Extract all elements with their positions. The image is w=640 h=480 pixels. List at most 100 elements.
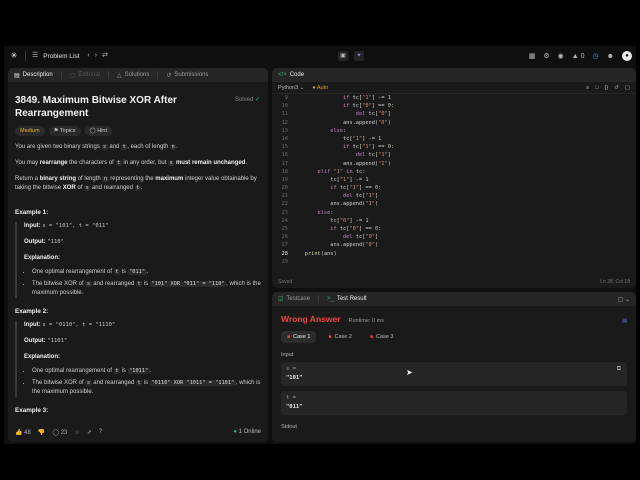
terminal-icon: >_	[327, 296, 334, 302]
tab-description[interactable]: ▤ Description	[14, 72, 53, 79]
hint-chip[interactable]: ◯ Hint	[84, 126, 112, 136]
code-line[interactable]: 13 else:	[272, 127, 636, 135]
explanation-label: Explanation:	[24, 255, 61, 261]
solved-label: Solved	[234, 97, 254, 103]
divider	[318, 295, 320, 303]
avatar[interactable]: ●	[622, 51, 632, 61]
maximize-icon[interactable]: ▢ ⌄	[618, 296, 630, 303]
tab-label: Solutions	[124, 72, 150, 78]
input-var-value: "101"	[286, 375, 303, 381]
braces-icon[interactable]: {}	[605, 85, 609, 91]
difficulty-badge[interactable]: Medium	[15, 126, 45, 136]
topics-chip[interactable]: ⚑ Topics	[48, 126, 81, 136]
line-number: 16	[281, 152, 288, 159]
code-line[interactable]: 25 if tc["0"] == 0:	[272, 225, 636, 233]
list-item: One optimal rearrangement of t is "1011"…	[32, 367, 261, 376]
note-icon[interactable]: ▣	[338, 51, 348, 61]
help-icon[interactable]: ?	[99, 429, 102, 435]
add-user-icon[interactable]: ☻	[607, 53, 614, 60]
example-block: Input: s = "101", t = "011" Output: "110…	[15, 222, 261, 298]
tab-solutions[interactable]: △ Solutions	[117, 72, 149, 79]
tab-editorial[interactable]: ▢ Editorial	[70, 72, 100, 79]
description-body: 3849. Maximum Bitwise XOR After Rearrang…	[8, 82, 268, 422]
online-label: 1 Online	[238, 429, 261, 435]
tab-testcase[interactable]: ☑ Testcase	[278, 296, 310, 303]
divider	[25, 51, 26, 61]
reset-icon[interactable]: ↺	[614, 85, 619, 91]
shuffle-icon[interactable]: ⇄	[102, 51, 108, 61]
code-line[interactable]: 23 else:	[272, 209, 636, 217]
code-text: del tc["0"]	[355, 111, 391, 118]
share-icon[interactable]: ⇗	[87, 429, 92, 436]
list-icon[interactable]: ☰	[32, 51, 38, 61]
code-line[interactable]: 10 if tc["0"] == 0:	[272, 102, 636, 110]
input-box-s: s = "101" ⧉	[281, 362, 627, 386]
like-button[interactable]: 👍 48	[15, 429, 31, 436]
tab-label: Testcase	[286, 296, 311, 302]
code-line[interactable]: 28 print(ans)	[272, 250, 636, 258]
case-tab-2[interactable]: ■ Case 2	[322, 331, 357, 343]
code-line[interactable]: 16 del tc["1"]	[272, 151, 636, 159]
tab-submissions[interactable]: ↺ Submissions	[166, 72, 208, 79]
divider	[157, 71, 159, 79]
diff-icon[interactable]: ▤	[622, 318, 627, 324]
code-line[interactable]: 24 tc["0"] -= 1	[272, 217, 636, 225]
code-editor[interactable]: 9 if tc["1"] -= 1 10 if tc["0"] == 0: 11 d…	[272, 94, 636, 276]
prev-problem-icon[interactable]: ‹	[87, 51, 89, 61]
case-tab-1[interactable]: ■ Case 1	[281, 331, 317, 343]
comments-button[interactable]: ◯ 23	[52, 429, 67, 436]
code-line[interactable]: 18 elif "1" in tc:	[272, 168, 636, 176]
solved-status: Solved ✓	[235, 96, 260, 103]
streak-icon[interactable]: ◉	[558, 52, 564, 60]
code-line[interactable]: 11 del tc["0"]	[272, 110, 636, 118]
case-tab-3[interactable]: ■ Case 3	[364, 331, 399, 343]
bookmark-icon[interactable]: □	[595, 85, 598, 91]
tab-label: Code	[289, 72, 305, 78]
code-line[interactable]: 20 if tc["1"] == 0:	[272, 184, 636, 192]
editor-toolbar: Python3 ⌄ ● Auto ≡ □ {} ↺ ▢	[272, 82, 636, 94]
line-number: 23	[281, 209, 288, 216]
code-line[interactable]: 12 ans.append("0")	[272, 119, 636, 127]
line-number: 26	[281, 234, 288, 241]
line-number: 9	[284, 95, 288, 101]
code-line[interactable]: 27 ans.append("0")	[272, 241, 636, 249]
code-line[interactable]: 15 if tc["1"] == 0:	[272, 143, 636, 151]
problem-list-link[interactable]: Problem List	[43, 53, 79, 60]
code-line[interactable]: 17 ans.append("1")	[272, 160, 636, 168]
tab-test-result[interactable]: >_ Test Result	[327, 296, 367, 302]
dislike-button[interactable]: 👎	[38, 429, 45, 436]
language-select[interactable]: Python3 ⌄	[278, 85, 304, 91]
code-line[interactable]: 22 ans.append("1")	[272, 200, 636, 208]
code-line[interactable]: 21 del tc["1"]	[272, 192, 636, 200]
ai-assist-icon[interactable]: ✦	[354, 51, 364, 61]
code-line[interactable]: 14 tc["1"] -= 1	[272, 135, 636, 143]
description-panel: ▤ Description ▢ Editorial △ Solutions ↺ Subm…	[8, 68, 268, 442]
leetcode-logo[interactable]: ✳	[9, 51, 19, 61]
code-line[interactable]: 9 if tc["1"] -= 1	[272, 94, 636, 102]
settings-icon[interactable]: ⚙	[543, 52, 549, 60]
expand-icon[interactable]: ▢	[625, 85, 630, 91]
layout-icon[interactable]: ▦	[529, 52, 536, 60]
copy-icon[interactable]: ⧉	[617, 366, 621, 373]
code-text: ans.append("1")	[292, 160, 391, 167]
editor-actions: ≡ □ {} ↺ ▢	[586, 85, 636, 91]
code-line[interactable]: 19 tc["1"] -= 1	[272, 176, 636, 184]
format-icon[interactable]: ≡	[586, 85, 589, 91]
auto-complete-toggle[interactable]: ● Auto	[312, 85, 328, 91]
code-text: ans.append("0")	[292, 119, 391, 126]
code-text: if tc["0"] == 0:	[330, 226, 382, 232]
points-display[interactable]: ▲ 0	[572, 53, 585, 60]
code-line[interactable]: 26 del tc["0"]	[272, 233, 636, 241]
fail-icon: ■	[328, 334, 332, 340]
book-icon: ▢	[69, 72, 76, 79]
star-icon[interactable]: ☆	[74, 429, 79, 436]
explanation-list: One optimal rearrangement of t is "1011"…	[24, 367, 261, 397]
case-label: Case 2	[334, 334, 352, 340]
line-number: 12	[281, 119, 288, 126]
timer-icon[interactable]: ◷	[593, 52, 599, 60]
tab-code[interactable]: </> Code	[278, 72, 304, 78]
next-problem-icon[interactable]: ›	[95, 51, 97, 61]
code-text: del tc["1"]	[343, 193, 379, 200]
line-number: 18	[281, 168, 288, 175]
code-line[interactable]: 29	[272, 258, 636, 266]
